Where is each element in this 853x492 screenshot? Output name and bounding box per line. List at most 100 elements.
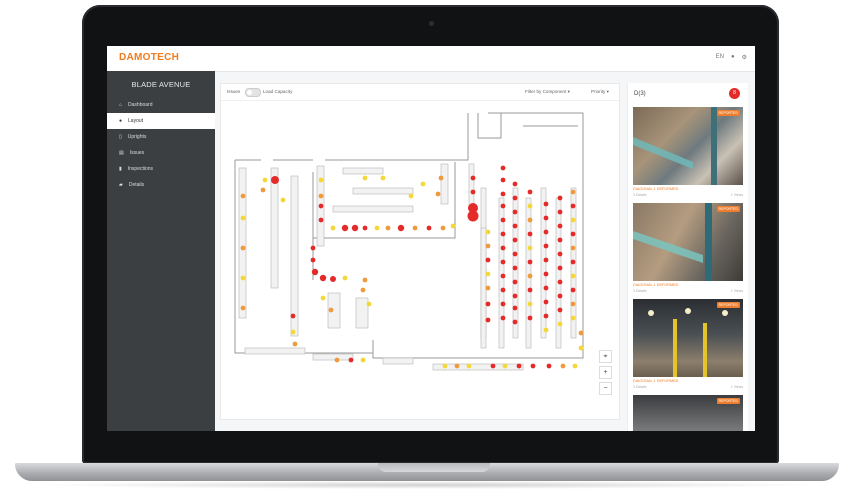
issue-marker <box>557 293 563 299</box>
issue-marker <box>543 327 549 333</box>
issue-marker <box>527 189 533 195</box>
issue-marker <box>485 285 491 291</box>
issue-marker <box>362 225 368 231</box>
issue-marker <box>570 259 576 265</box>
floor-plan[interactable] <box>233 108 603 398</box>
view-mode-toggle[interactable] <box>245 88 261 97</box>
issue-meta: 3 Details 1 Views <box>633 193 743 197</box>
issue-marker <box>454 363 460 369</box>
issue-photo[interactable]: REPORTED <box>633 395 743 431</box>
issue-meta-right: 1 Views <box>730 385 743 389</box>
issue-marker <box>408 193 414 199</box>
issue-marker <box>240 305 246 311</box>
issue-marker <box>557 279 563 285</box>
issue-marker <box>527 301 533 307</box>
issues-mode-label[interactable]: Issues <box>227 89 240 94</box>
issue-marker <box>385 225 391 231</box>
issue-card[interactable]: REPORTED DIAGONAL 1 DEFORMED 3 Details 1 … <box>633 203 743 293</box>
issues-icon: ▤ <box>119 150 124 156</box>
issue-marker <box>319 274 327 282</box>
issue-marker <box>240 245 246 251</box>
sidebar-item-uprights[interactable]: ▯ Uprights <box>107 129 215 145</box>
layout-toolbar: Issues Load Capacity Filter by Component… <box>221 84 619 101</box>
issue-marker <box>450 223 456 229</box>
issue-card[interactable]: REPORTED DIAGONAL 1 DEFORMED 3 Details 1 … <box>633 107 743 197</box>
issue-marker <box>512 237 518 243</box>
issue-marker <box>557 307 563 313</box>
issue-marker <box>570 217 576 223</box>
issue-marker <box>466 363 472 369</box>
sidebar-item-issues[interactable]: ▤ Issues <box>107 145 215 161</box>
issue-marker <box>485 229 491 235</box>
upright-icon: ▯ <box>119 134 122 140</box>
issue-marker <box>500 287 506 293</box>
issue-marker <box>330 276 336 282</box>
sidebar-item-dashboard[interactable]: ⌂ Dashboard <box>107 97 215 113</box>
sidebar-item-label: Details <box>128 182 145 188</box>
issue-marker <box>512 279 518 285</box>
issue-marker <box>260 187 266 193</box>
reported-badge: REPORTED <box>716 110 740 116</box>
app-screen: DAMOTECH EN ● ⚙ BLADE AVENUE ⌂ Dashboard… <box>107 46 755 431</box>
warehouse-photo-shapes <box>648 308 728 377</box>
zoom-out-button[interactable]: − <box>599 382 612 395</box>
issue-marker <box>397 224 405 232</box>
zoom-in-button[interactable]: + <box>599 366 612 379</box>
issue-marker <box>502 363 508 369</box>
issue-marker <box>512 181 518 187</box>
issue-photo[interactable]: REPORTED <box>633 107 743 185</box>
issue-marker <box>543 285 549 291</box>
issue-marker <box>362 175 368 181</box>
sidebar-item-layout[interactable]: ● Layout <box>107 113 215 129</box>
issue-marker <box>527 245 533 251</box>
issue-card[interactable]: REPORTED <box>633 395 743 431</box>
issue-marker <box>543 313 549 319</box>
issue-marker <box>360 287 366 293</box>
issue-marker <box>271 176 279 184</box>
issue-marker <box>512 293 518 299</box>
issue-marker <box>426 225 432 231</box>
brand-logo[interactable]: DAMOTECH <box>119 52 179 63</box>
issue-marker <box>318 177 324 183</box>
issue-marker <box>420 181 426 187</box>
rack-row <box>290 175 299 337</box>
filter-by-component-dropdown[interactable]: Filter by Component ▾ <box>525 89 570 95</box>
issue-marker <box>500 217 506 223</box>
issue-marker <box>366 301 372 307</box>
issue-marker <box>527 217 533 223</box>
sidebar-item-details[interactable]: ▰ Details <box>107 177 215 193</box>
help-icon[interactable]: ● <box>731 54 735 61</box>
issue-meta: 3 Details 1 Views <box>633 385 743 389</box>
home-icon: ⌂ <box>119 102 123 108</box>
issue-marker <box>341 224 349 232</box>
issue-marker <box>527 273 533 279</box>
load-capacity-label[interactable]: Load Capacity <box>263 89 292 94</box>
issue-marker <box>334 357 340 363</box>
issue-count-badge[interactable]: 8 <box>729 88 740 99</box>
sidebar: BLADE AVENUE ⌂ Dashboard ● Layout ▯ Upri… <box>107 71 215 431</box>
issue-marker <box>485 317 491 323</box>
priority-dropdown[interactable]: Priority ▾ <box>591 89 609 95</box>
rack-row <box>440 163 449 205</box>
issue-marker <box>240 275 246 281</box>
issue-marker <box>485 271 491 277</box>
issue-marker <box>500 301 506 307</box>
issue-card[interactable]: REPORTED DIAGONAL 1 DEFORMED 3 Details 1 … <box>633 299 743 389</box>
issue-title: DIAGONAL 1 DEFORMED <box>633 283 679 287</box>
sidebar-item-inspections[interactable]: ▮ Inspections <box>107 161 215 177</box>
gear-icon[interactable]: ⚙ <box>742 54 747 61</box>
issue-marker <box>557 251 563 257</box>
issue-photo[interactable]: REPORTED <box>633 203 743 281</box>
language-selector[interactable]: EN <box>716 54 724 61</box>
issue-marker <box>516 363 522 369</box>
issue-marker <box>500 165 506 171</box>
issue-marker <box>500 259 506 265</box>
issue-marker <box>485 257 491 263</box>
issue-marker <box>440 225 446 231</box>
issue-photo[interactable]: REPORTED <box>633 299 743 377</box>
rack-row <box>332 205 414 213</box>
issue-title: DIAGONAL 1 DEFORMED <box>633 379 679 383</box>
issue-marker <box>412 225 418 231</box>
locate-button[interactable]: ⌖ <box>599 350 612 363</box>
issue-marker <box>380 175 386 181</box>
